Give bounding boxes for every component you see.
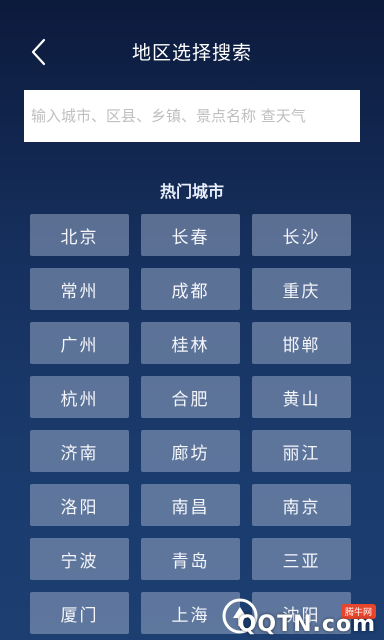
city-button-beijing[interactable]: 北京: [30, 214, 129, 256]
watermark-text: QQTN.com: [237, 612, 376, 637]
city-button-langfang[interactable]: 廊坊: [141, 430, 240, 472]
city-button-chengdu[interactable]: 成都: [141, 268, 240, 310]
search-input[interactable]: [31, 90, 360, 142]
city-button-lijiang[interactable]: 丽江: [252, 430, 351, 472]
header: 地区选择搜索: [0, 0, 384, 100]
city-button-xiamen[interactable]: 厦门: [30, 592, 129, 634]
city-button-guilin[interactable]: 桂林: [141, 322, 240, 364]
city-button-nanjing[interactable]: 南京: [252, 484, 351, 526]
hot-cities-title: 热门城市: [159, 182, 224, 201]
city-button-nanchang[interactable]: 南昌: [141, 484, 240, 526]
city-button-huangshan[interactable]: 黄山: [252, 376, 351, 418]
hot-cities-grid: 北京 长春 长沙 常州 成都 重庆 广州 桂林 邯郸 杭州 合肥 黄山 济南 廊…: [30, 214, 352, 634]
city-button-changchun[interactable]: 长春: [141, 214, 240, 256]
city-button-chongqing[interactable]: 重庆: [252, 268, 351, 310]
city-button-sanya[interactable]: 三亚: [252, 538, 351, 580]
city-button-changzhou[interactable]: 常州: [30, 268, 129, 310]
city-button-hefei[interactable]: 合肥: [141, 376, 240, 418]
city-button-changsha[interactable]: 长沙: [252, 214, 351, 256]
page-title: 地区选择搜索: [131, 42, 252, 64]
search-box[interactable]: [24, 90, 360, 142]
city-button-luoyang[interactable]: 洛阳: [30, 484, 129, 526]
city-button-ningbo[interactable]: 宁波: [30, 538, 129, 580]
city-button-jinan[interactable]: 济南: [30, 430, 129, 472]
city-button-qingdao[interactable]: 青岛: [141, 538, 240, 580]
city-button-guangzhou[interactable]: 广州: [30, 322, 129, 364]
city-button-hangzhou[interactable]: 杭州: [30, 376, 129, 418]
city-button-handan[interactable]: 邯郸: [252, 322, 351, 364]
